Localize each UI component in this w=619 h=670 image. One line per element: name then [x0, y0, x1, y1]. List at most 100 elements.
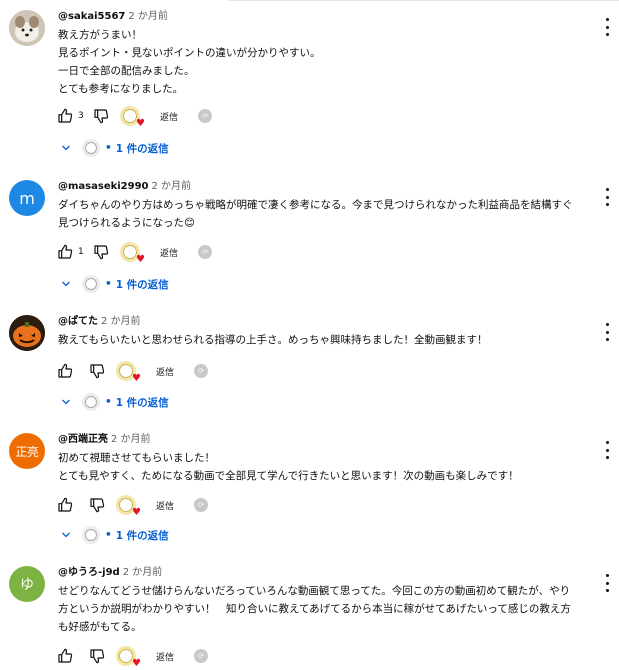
more-options-icon[interactable] — [601, 188, 613, 206]
chevron-down-icon — [62, 532, 70, 538]
dog-photo-icon — [9, 10, 45, 46]
comment-line: 一日で全部の配信みました。 — [58, 65, 195, 77]
comment-author[interactable]: @sakai5567 — [58, 11, 125, 22]
dislike-button[interactable] — [88, 647, 106, 665]
bullet: • — [105, 529, 112, 541]
reply-button[interactable]: 返信 — [160, 110, 178, 123]
more-options-icon[interactable] — [601, 323, 613, 341]
comment-line: 初めて視聴させてもらいました！ — [58, 452, 215, 464]
comment-time[interactable]: 2 か月前 — [128, 11, 168, 22]
creator-heart-badge: ♥ — [116, 361, 141, 384]
comment-time[interactable]: 2 か月前 — [111, 434, 151, 445]
comment-header: @ぱてた 2 か月前 — [58, 315, 579, 329]
creator-heart-badge: ♥ — [120, 242, 145, 265]
reply-button[interactable]: 返信 — [156, 499, 174, 512]
dislike-button[interactable] — [88, 362, 106, 380]
heart-icon: ♥ — [132, 658, 141, 669]
avatar[interactable]: 正亮 — [9, 433, 45, 469]
comment-time[interactable]: 2 か月前 — [101, 316, 141, 327]
thumbs-up-icon — [58, 648, 73, 663]
translate-icon[interactable]: ⟳ — [194, 498, 209, 512]
comment-author[interactable]: @ゆうろ-j9d — [58, 567, 120, 578]
comment-line: とても見やすく、ためになる動画で全部見て学んで行きたいと思います！次の動画も楽し… — [58, 470, 519, 482]
creator-heart-badge: ♥ — [116, 646, 141, 669]
reply-button[interactable]: 返信 — [160, 246, 178, 259]
comment-author[interactable]: @西端正亮 — [58, 434, 108, 445]
avatar[interactable]: ゆ — [9, 566, 45, 602]
more-options-icon[interactable] — [601, 18, 613, 36]
avatar[interactable]: m — [9, 180, 45, 216]
thumbs-up-icon — [58, 244, 73, 259]
comment-line: 教え方がうまい！ — [58, 29, 142, 41]
heart-icon: ♥ — [132, 507, 141, 518]
thumbs-up-icon — [58, 363, 73, 378]
comment-actions: 3 ♥ 返信 ⟳ — [56, 106, 213, 129]
view-replies-button[interactable]: • 1 件の返信 — [60, 138, 169, 158]
comment-time[interactable]: 2 か月前 — [152, 181, 192, 192]
comment-line: 教えてもらいたいと思わせられる指導の上手さ。めっちゃ興味持ちました！全動画観ます… — [58, 334, 488, 346]
like-button[interactable] — [56, 362, 74, 380]
avatar[interactable] — [9, 315, 45, 351]
creator-avatar — [82, 275, 100, 293]
like-button[interactable] — [56, 107, 74, 125]
translate-icon[interactable]: ⟳ — [194, 364, 209, 378]
like-button[interactable] — [56, 496, 74, 514]
dislike-button[interactable] — [92, 243, 110, 261]
avatar[interactable] — [9, 10, 45, 46]
pumpkin-photo-icon — [9, 315, 45, 351]
comment-text: 教え方がうまい！ 見るポイント・見ないポイントの違いが分かりやすい。 一日で全部… — [58, 26, 579, 98]
comment-line: 見るポイント・見ないポイントの違いが分かりやすい。 — [58, 47, 321, 59]
reply-button[interactable]: 返信 — [156, 650, 174, 663]
creator-heart-badge: ♥ — [116, 495, 141, 518]
replies-count-label: 1 件の返信 — [115, 529, 169, 542]
comment-line: ダイちゃんのやり方はめっちゃ戦略が明確で凄く参考になる。今まで見つけられなかった… — [58, 199, 573, 229]
reply-button[interactable]: 返信 — [156, 365, 174, 378]
comment-time[interactable]: 2 か月前 — [123, 567, 163, 578]
translate-icon[interactable]: ⟳ — [198, 245, 213, 259]
heart-icon: ♥ — [136, 118, 145, 129]
creator-avatar — [82, 526, 100, 544]
creator-heart-badge: ♥ — [120, 106, 145, 129]
like-button[interactable] — [56, 243, 74, 261]
comment-line: とても参考になりました。 — [58, 83, 184, 95]
comment-actions: ♥ 返信 ⟳ — [56, 495, 209, 518]
chevron-down-icon — [62, 399, 70, 405]
replies-count-label: 1 件の返信 — [115, 142, 169, 155]
comment-header: @西端正亮 2 か月前 — [58, 433, 579, 447]
thumbs-up-icon — [58, 497, 73, 512]
comment-header: @ゆうろ-j9d 2 か月前 — [58, 566, 579, 580]
creator-avatar — [82, 139, 100, 157]
comment-text: 教えてもらいたいと思わせられる指導の上手さ。めっちゃ興味持ちました！全動画観ます… — [58, 331, 579, 349]
like-button[interactable] — [56, 647, 74, 665]
view-replies-button[interactable]: • 1 件の返信 — [60, 525, 169, 545]
view-replies-button[interactable]: • 1 件の返信 — [60, 392, 169, 412]
comment-text: せどりなんてどうせ儲けらんないだろっていろんな動画観て思ってた。今回この方の動画… — [58, 582, 579, 636]
comment-author[interactable]: @ぱてた — [58, 316, 98, 327]
thumbs-down-icon — [90, 498, 105, 513]
dislike-button[interactable] — [92, 107, 110, 125]
comment-text: ダイちゃんのやり方はめっちゃ戦略が明確で凄く参考になる。今まで見つけられなかった… — [58, 196, 579, 232]
more-options-icon[interactable] — [601, 441, 613, 459]
dislike-button[interactable] — [88, 496, 106, 514]
replies-count-label: 1 件の返信 — [115, 278, 169, 291]
translate-icon[interactable]: ⟳ — [198, 109, 213, 123]
more-options-icon[interactable] — [601, 574, 613, 592]
chevron-down-icon — [62, 281, 70, 287]
thumbs-down-icon — [94, 245, 109, 260]
like-count: 1 — [78, 247, 84, 257]
comment-actions: 1 ♥ 返信 ⟳ — [56, 242, 213, 265]
bullet: • — [105, 278, 112, 290]
comment-header: @masaseki2990 2 か月前 — [58, 180, 579, 194]
comment-line: せどりなんてどうせ儲けらんないだろっていろんな動画観て思ってた。今回この方の動画… — [58, 585, 571, 633]
thumbs-up-icon — [58, 108, 73, 123]
top-divider — [228, 0, 619, 1]
comment-text: 初めて視聴させてもらいました！ とても見やすく、ためになる動画で全部見て学んで行… — [58, 449, 579, 485]
view-replies-button[interactable]: • 1 件の返信 — [60, 274, 169, 294]
replies-count-label: 1 件の返信 — [115, 396, 169, 409]
comment-header: @sakai5567 2 か月前 — [58, 10, 579, 24]
thumbs-down-icon — [94, 109, 109, 124]
translate-icon[interactable]: ⟳ — [194, 649, 209, 663]
thumbs-down-icon — [90, 364, 105, 379]
like-count: 3 — [78, 111, 84, 121]
comment-author[interactable]: @masaseki2990 — [58, 181, 149, 192]
